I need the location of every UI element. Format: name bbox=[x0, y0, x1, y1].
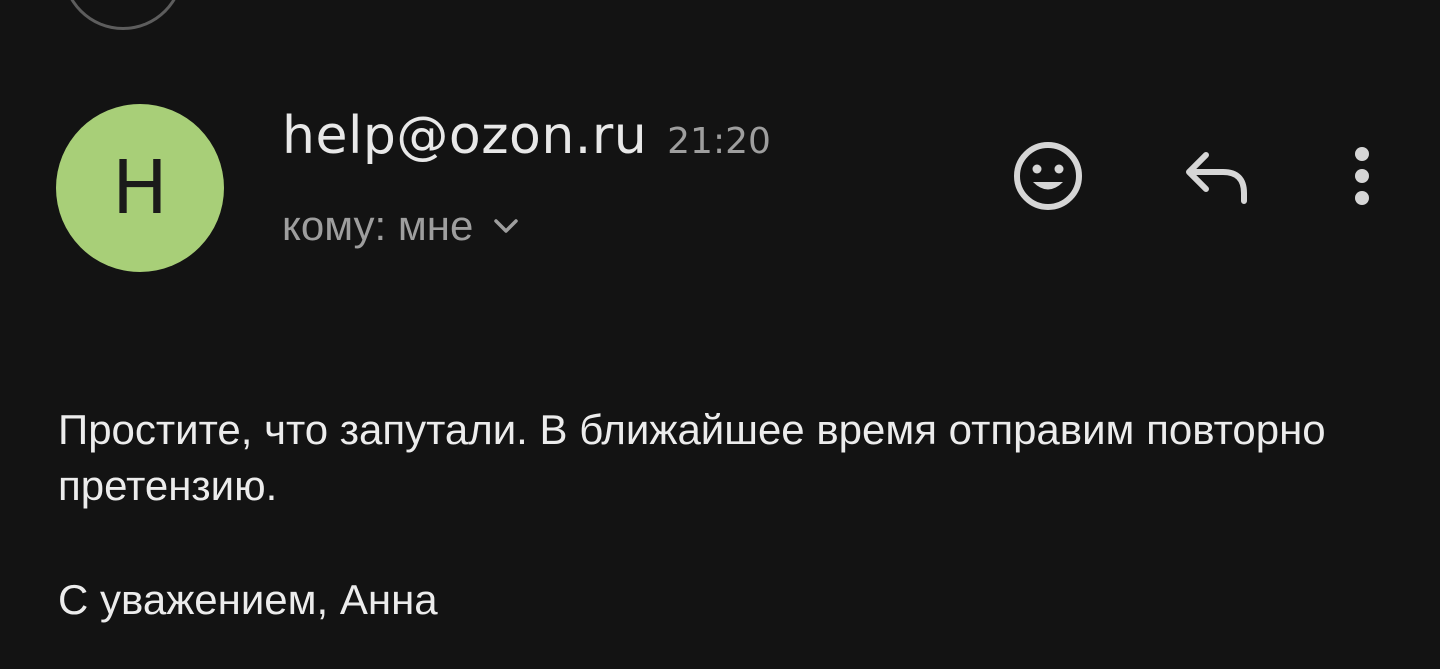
message-time: 21:20 bbox=[667, 121, 771, 162]
recipient-details-toggle[interactable]: кому: мне bbox=[282, 196, 521, 256]
recipient-label: кому: мне bbox=[282, 202, 474, 249]
emoji-reaction-button[interactable] bbox=[1008, 138, 1088, 218]
sender-address[interactable]: help@ozon.ru bbox=[282, 106, 647, 166]
sender-avatar[interactable]: H bbox=[56, 104, 224, 272]
message-header: H help@ozon.ru 21:20 кому: мне bbox=[0, 0, 1440, 300]
more-options-button[interactable] bbox=[1322, 138, 1402, 218]
message-signature: С уважением, Анна bbox=[58, 576, 438, 623]
more-vertical-icon bbox=[1352, 144, 1372, 213]
message-paragraph: Простите, что запутали. В ближайшее врем… bbox=[58, 406, 1326, 509]
reply-icon bbox=[1181, 145, 1251, 212]
chevron-down-icon bbox=[491, 211, 521, 241]
message-body: Простите, что запутали. В ближайшее врем… bbox=[58, 402, 1388, 628]
reply-button[interactable] bbox=[1176, 138, 1256, 218]
sender-avatar-letter: H bbox=[112, 145, 168, 231]
sender-line: help@ozon.ru 21:20 bbox=[282, 106, 771, 170]
emoji-reaction-icon bbox=[1012, 140, 1084, 217]
